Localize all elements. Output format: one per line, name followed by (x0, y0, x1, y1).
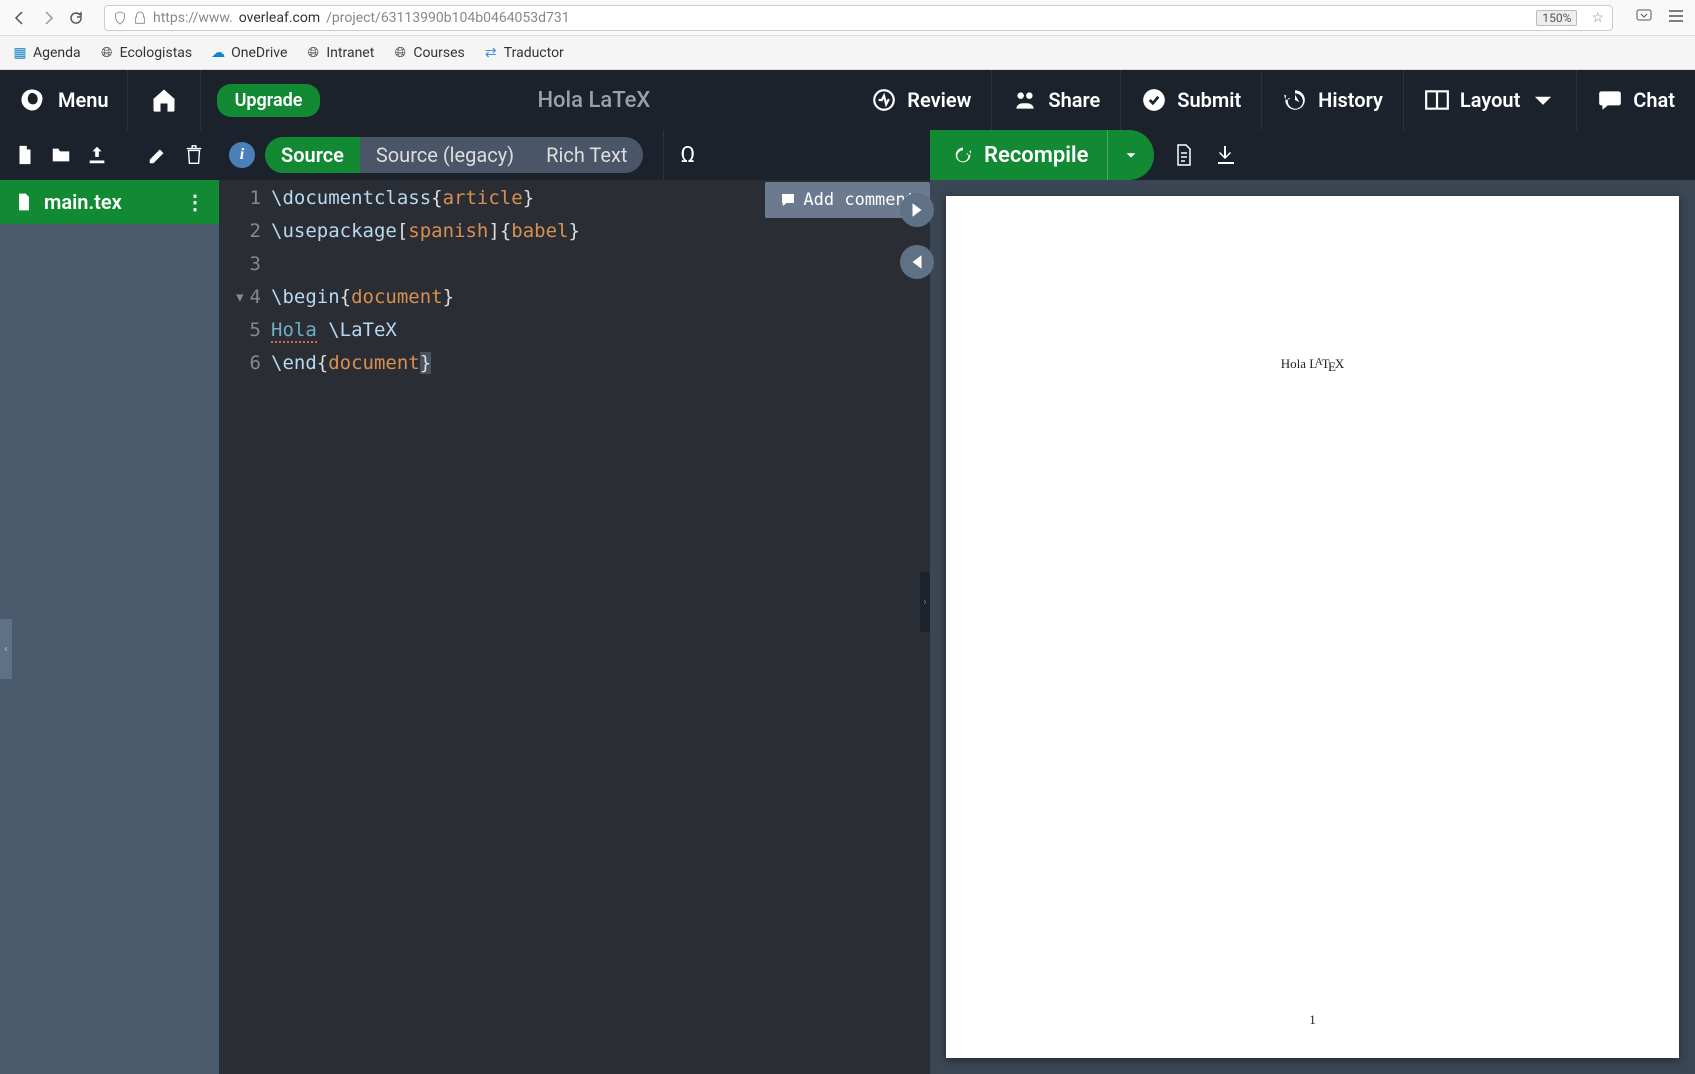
line-gutter: 1 2 3 ▾4 5 6 (219, 180, 271, 1074)
logs-icon[interactable] (1172, 143, 1196, 167)
layout-button[interactable]: Layout (1404, 70, 1577, 130)
editor-panel: i Source Source (legacy) Rich Text Ω 1 2… (219, 130, 930, 1074)
share-button[interactable]: Share (992, 70, 1121, 130)
url-host: overleaf.com (239, 10, 320, 26)
bookmark-ecologistas[interactable]: 🌐︎Ecologistas (99, 45, 192, 61)
recompile-dropdown[interactable] (1107, 130, 1154, 180)
layout-icon (1424, 87, 1450, 113)
bookmark-star-icon[interactable]: ☆ (1591, 10, 1604, 26)
pane-arrow-right[interactable] (900, 193, 934, 227)
editor-toolbar: i Source Source (legacy) Rich Text Ω (219, 130, 930, 180)
recompile-button-group: Recompile (930, 130, 1154, 180)
bookmark-courses[interactable]: 🌐︎Courses (392, 45, 464, 61)
preview-panel: Recompile Hola LATEX 1 (930, 130, 1695, 1074)
chevron-down-icon (1124, 148, 1138, 162)
rename-icon[interactable] (147, 144, 169, 166)
symbol-palette-button[interactable]: Ω (663, 130, 703, 180)
forward-button[interactable] (38, 8, 58, 28)
recompile-button[interactable]: Recompile (930, 143, 1107, 168)
preview-toolbar: Recompile (930, 130, 1695, 180)
calendar-icon: ▦ (12, 45, 28, 61)
browser-chrome: https://www. overleaf.com/project/6311399… (0, 0, 1695, 36)
new-folder-icon[interactable] (50, 144, 72, 166)
home-button[interactable] (128, 70, 201, 130)
back-button[interactable] (10, 8, 30, 28)
pane-arrow-left[interactable] (900, 245, 934, 279)
app-toolbar: Menu Upgrade Hola LaTeX Review Share Sub… (0, 70, 1695, 130)
history-button[interactable]: History (1262, 70, 1404, 130)
tab-rich-text[interactable]: Rich Text (530, 137, 643, 173)
new-file-icon[interactable] (14, 144, 36, 166)
project-title[interactable]: Hola LaTeX (336, 88, 851, 113)
tab-source[interactable]: Source (265, 137, 360, 173)
review-icon (871, 87, 897, 113)
fold-marker-icon[interactable]: ▾ (234, 286, 245, 308)
globe-icon: 🌐︎ (392, 45, 408, 61)
bookmark-agenda[interactable]: ▦Agenda (12, 45, 81, 61)
file-icon (14, 192, 34, 212)
file-toolbar (0, 130, 219, 180)
translate-icon: ⇄ (483, 45, 499, 61)
file-menu-icon[interactable]: ⋮ (185, 190, 205, 214)
review-button[interactable]: Review (851, 70, 992, 130)
url-path: /project/63113990b104b0464053d731 (326, 10, 570, 26)
pocket-icon[interactable] (1635, 7, 1653, 29)
pdf-viewer[interactable]: Hola LATEX 1 (930, 180, 1695, 1074)
url-bar[interactable]: https://www. overleaf.com/project/6311399… (104, 5, 1613, 31)
pdf-page-number: 1 (1309, 1012, 1316, 1028)
left-panel-collapse[interactable]: ‹ (0, 619, 12, 679)
lock-icon (133, 11, 147, 25)
comment-icon (779, 191, 797, 209)
code-editor[interactable]: 1 2 3 ▾4 5 6 \documentclass{article} \us… (219, 180, 930, 1074)
share-icon (1012, 87, 1038, 113)
bookmark-traductor[interactable]: ⇄Traductor (483, 45, 564, 61)
editor-collapse[interactable]: › (920, 572, 930, 632)
code-content[interactable]: \documentclass{article} \usepackage[span… (271, 180, 930, 1074)
tab-source-legacy[interactable]: Source (legacy) (360, 137, 530, 173)
refresh-icon (952, 144, 974, 166)
overleaf-logo-icon (18, 86, 46, 114)
home-icon (150, 86, 178, 114)
editor-mode-tabs: Source Source (legacy) Rich Text (265, 137, 643, 173)
pdf-text: Hola LATEX (1281, 356, 1345, 372)
download-icon[interactable] (1214, 143, 1238, 167)
submit-button[interactable]: Submit (1121, 70, 1262, 130)
file-panel: main.tex ⋮ ‹ (0, 130, 219, 1074)
upgrade-button[interactable]: Upgrade (217, 84, 321, 117)
file-item-main[interactable]: main.tex ⋮ (0, 180, 219, 224)
globe-icon: 🌐︎ (99, 45, 115, 61)
main-area: main.tex ⋮ ‹ i Source Source (legacy) Ri… (0, 130, 1695, 1074)
submit-icon (1141, 87, 1167, 113)
bookmark-intranet[interactable]: 🌐︎Intranet (305, 45, 374, 61)
chat-icon (1597, 87, 1623, 113)
info-icon[interactable]: i (229, 142, 255, 168)
delete-icon[interactable] (183, 144, 205, 166)
zoom-badge[interactable]: 150% (1536, 10, 1577, 26)
url-prefix: https://www. (153, 10, 233, 26)
pdf-page: Hola LATEX 1 (946, 196, 1679, 1058)
upload-icon[interactable] (86, 144, 108, 166)
cloud-icon: ☁ (210, 45, 226, 61)
bookmarks-bar: ▦Agenda 🌐︎Ecologistas ☁OneDrive 🌐︎Intran… (0, 36, 1695, 70)
bookmark-onedrive[interactable]: ☁OneDrive (210, 45, 287, 61)
chevron-down-icon (1530, 87, 1556, 113)
menu-button[interactable]: Menu (0, 70, 128, 130)
history-icon (1282, 87, 1308, 113)
shield-icon (113, 11, 127, 25)
globe-icon: 🌐︎ (305, 45, 321, 61)
chat-button[interactable]: Chat (1577, 70, 1695, 130)
reload-button[interactable] (66, 8, 86, 28)
hamburger-menu-icon[interactable] (1667, 7, 1685, 29)
